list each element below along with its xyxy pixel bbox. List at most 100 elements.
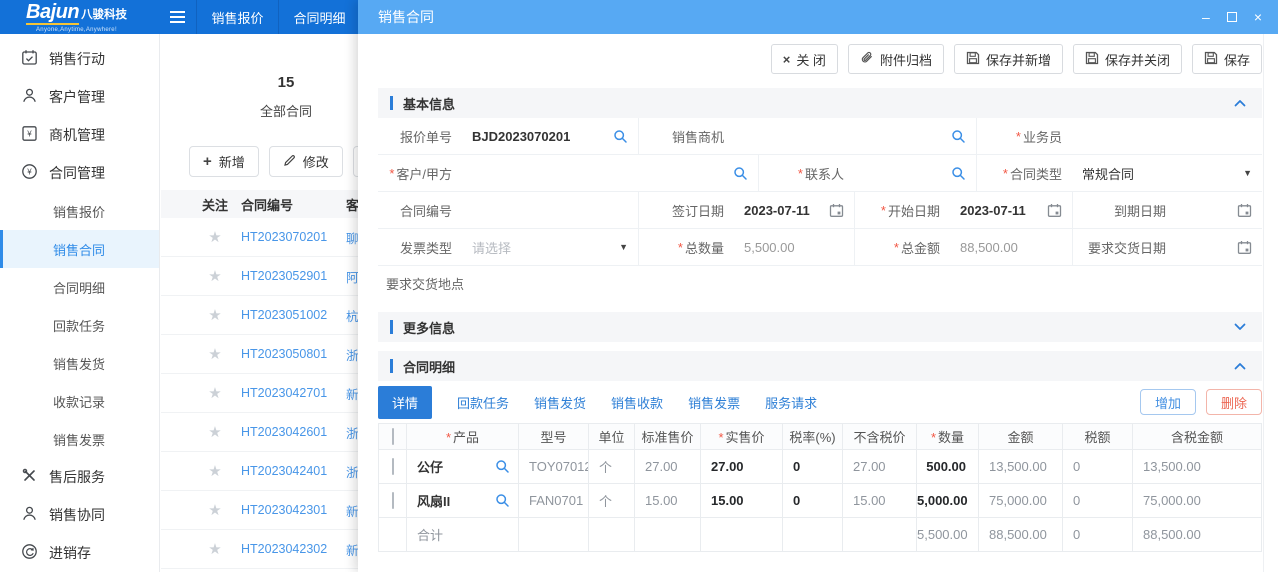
tab-detail[interactable]: 详情 xyxy=(378,386,432,419)
hamburger-menu-icon[interactable] xyxy=(158,0,196,34)
calendar-icon[interactable] xyxy=(1237,240,1252,255)
star-icon[interactable]: ★ xyxy=(208,228,221,246)
delivery-place-field[interactable] xyxy=(474,266,1262,300)
sidebar-subitem-sales-delivery[interactable]: 销售发货 xyxy=(0,344,159,382)
detail-header-row: *产品 型号 单位 标准售价 *实售价 税率(%) 不含税价 *数量 金额 税额… xyxy=(379,424,1262,450)
contract-type-select[interactable]: 常规合同▼ xyxy=(1072,155,1262,191)
calendar-check-icon xyxy=(21,49,38,69)
delivery-date-field[interactable] xyxy=(1176,229,1262,265)
save-button[interactable]: 保存 xyxy=(1192,44,1262,74)
sidebar-item-after-sales[interactable]: 售后服务 xyxy=(0,458,159,496)
salesperson-field[interactable] xyxy=(1072,118,1262,154)
contract-link[interactable]: HT2023042701 xyxy=(241,386,346,400)
std-price-cell: 27.00 xyxy=(635,450,701,484)
section-basic-info[interactable]: 基本信息 xyxy=(378,88,1262,118)
minimize-icon[interactable]: – xyxy=(1202,10,1210,24)
row-checkbox[interactable] xyxy=(392,458,394,475)
save-and-close-button[interactable]: 保存并关闭 xyxy=(1073,44,1182,74)
star-icon[interactable]: ★ xyxy=(208,384,221,402)
close-dialog-button[interactable]: × 关 闭 xyxy=(771,44,838,74)
qty-cell[interactable]: 500.00 xyxy=(917,450,979,484)
search-icon[interactable] xyxy=(495,493,510,508)
star-icon[interactable]: ★ xyxy=(208,540,221,558)
close-icon[interactable]: × xyxy=(1254,10,1262,24)
sidebar-subitem-payment-task[interactable]: 回款任务 xyxy=(0,306,159,344)
search-icon[interactable] xyxy=(951,166,966,181)
maximize-icon[interactable] xyxy=(1227,12,1237,22)
invoice-type-select[interactable]: 请选择▼ xyxy=(462,229,638,265)
tax-rate-cell[interactable]: 0 xyxy=(783,450,843,484)
contract-link[interactable]: HT2023050801 xyxy=(241,347,346,361)
sidebar-item-contract-mgmt[interactable]: ¥ 合同管理 xyxy=(0,154,159,192)
tab-payment-task[interactable]: 回款任务 xyxy=(457,393,509,412)
add-line-button[interactable]: 增加 xyxy=(1140,389,1196,415)
customer-field[interactable] xyxy=(462,155,758,191)
sidebar-subitem-sales-contract[interactable]: 销售合同 xyxy=(0,230,159,268)
calendar-icon[interactable] xyxy=(1237,203,1252,218)
contract-link[interactable]: HT2023042302 xyxy=(241,542,346,556)
amount-cell: 13,500.00 xyxy=(979,450,1063,484)
calendar-icon[interactable] xyxy=(829,203,844,218)
attachment-archive-button[interactable]: 附件归档 xyxy=(848,44,944,74)
contract-link[interactable]: HT2023042301 xyxy=(241,503,346,517)
star-icon[interactable]: ★ xyxy=(208,423,221,441)
tab-sales-invoice[interactable]: 销售发票 xyxy=(688,393,740,412)
detail-row: 风扇II FAN0701 个 15.00 15.00 0 15.00 5,000… xyxy=(379,484,1262,518)
sidebar-subitem-sales-invoice[interactable]: 销售发票 xyxy=(0,420,159,458)
contract-link[interactable]: HT2023052901 xyxy=(241,269,346,283)
star-icon[interactable]: ★ xyxy=(208,267,221,285)
contract-link[interactable]: HT2023051002 xyxy=(241,308,346,322)
contract-no-field[interactable] xyxy=(462,192,638,228)
delete-line-button[interactable]: 删除 xyxy=(1206,389,1262,415)
add-button[interactable]: + 新增 xyxy=(189,146,259,177)
dialog-scrollbar-track[interactable] xyxy=(1263,34,1278,572)
section-more-info[interactable]: 更多信息 xyxy=(378,312,1262,342)
save-and-new-button[interactable]: 保存并新增 xyxy=(954,44,1063,74)
tab-service-request[interactable]: 服务请求 xyxy=(765,393,817,412)
quote-no-field[interactable]: BJD2023070201 xyxy=(462,118,638,154)
end-date-field[interactable] xyxy=(1176,192,1262,228)
row-checkbox[interactable] xyxy=(392,492,394,509)
search-icon[interactable] xyxy=(495,459,510,474)
chevron-down-icon xyxy=(1234,323,1246,331)
sidebar-subitem-sales-quote[interactable]: 销售报价 xyxy=(0,192,159,230)
price-cell[interactable]: 27.00 xyxy=(701,450,783,484)
sidebar-item-opportunity-mgmt[interactable]: ¥ 商机管理 xyxy=(0,116,159,154)
sidebar-subitem-contract-detail[interactable]: 合同明细 xyxy=(0,268,159,306)
app-logo: Bajun 八骏科技 Anyone,Anytime,Anywhere! xyxy=(0,0,158,34)
star-icon[interactable]: ★ xyxy=(208,345,221,363)
contract-link[interactable]: HT2023070201 xyxy=(241,230,346,244)
tax-cell: 0 xyxy=(1063,484,1133,518)
opportunity-field[interactable] xyxy=(734,118,976,154)
qty-cell[interactable]: 5,000.00 xyxy=(917,484,979,518)
nav-tab-sales-quote[interactable]: 销售报价 xyxy=(196,0,278,34)
contract-link[interactable]: HT2023042601 xyxy=(241,425,346,439)
search-icon[interactable] xyxy=(733,166,748,181)
sidebar-subitem-receipt-record[interactable]: 收款记录 xyxy=(0,382,159,420)
tab-sales-receipt[interactable]: 销售收款 xyxy=(611,393,663,412)
star-icon[interactable]: ★ xyxy=(208,462,221,480)
calendar-icon[interactable] xyxy=(1047,203,1062,218)
section-contract-detail[interactable]: 合同明细 xyxy=(378,351,1262,381)
nav-tab-contract-detail[interactable]: 合同明细 xyxy=(278,0,360,34)
contact-field[interactable] xyxy=(854,155,976,191)
contract-link[interactable]: HT2023042401 xyxy=(241,464,346,478)
search-icon[interactable] xyxy=(951,129,966,144)
tax-rate-cell[interactable]: 0 xyxy=(783,484,843,518)
edit-button[interactable]: 修改 xyxy=(269,146,343,177)
sidebar-item-sales-action[interactable]: 销售行动 xyxy=(0,40,159,78)
select-all-checkbox[interactable] xyxy=(392,428,394,445)
sidebar-item-inventory[interactable]: 进销存 xyxy=(0,534,159,572)
sign-date-field[interactable]: 2023-07-11 xyxy=(734,192,854,228)
tab-sales-delivery[interactable]: 销售发货 xyxy=(534,393,586,412)
star-icon[interactable]: ★ xyxy=(208,306,221,324)
search-icon[interactable] xyxy=(613,129,628,144)
model-cell: FAN0701 xyxy=(519,484,589,518)
sidebar-item-customer-mgmt[interactable]: 客户管理 xyxy=(0,78,159,116)
star-icon[interactable]: ★ xyxy=(208,501,221,519)
sidebar-item-sales-collab[interactable]: 销售协同 xyxy=(0,496,159,534)
col-amount-inc: 含税金额 xyxy=(1133,424,1262,450)
price-cell[interactable]: 15.00 xyxy=(701,484,783,518)
start-date-field[interactable]: 2023-07-11 xyxy=(950,192,1072,228)
brand-name-cn: 八骏科技 xyxy=(81,10,127,22)
